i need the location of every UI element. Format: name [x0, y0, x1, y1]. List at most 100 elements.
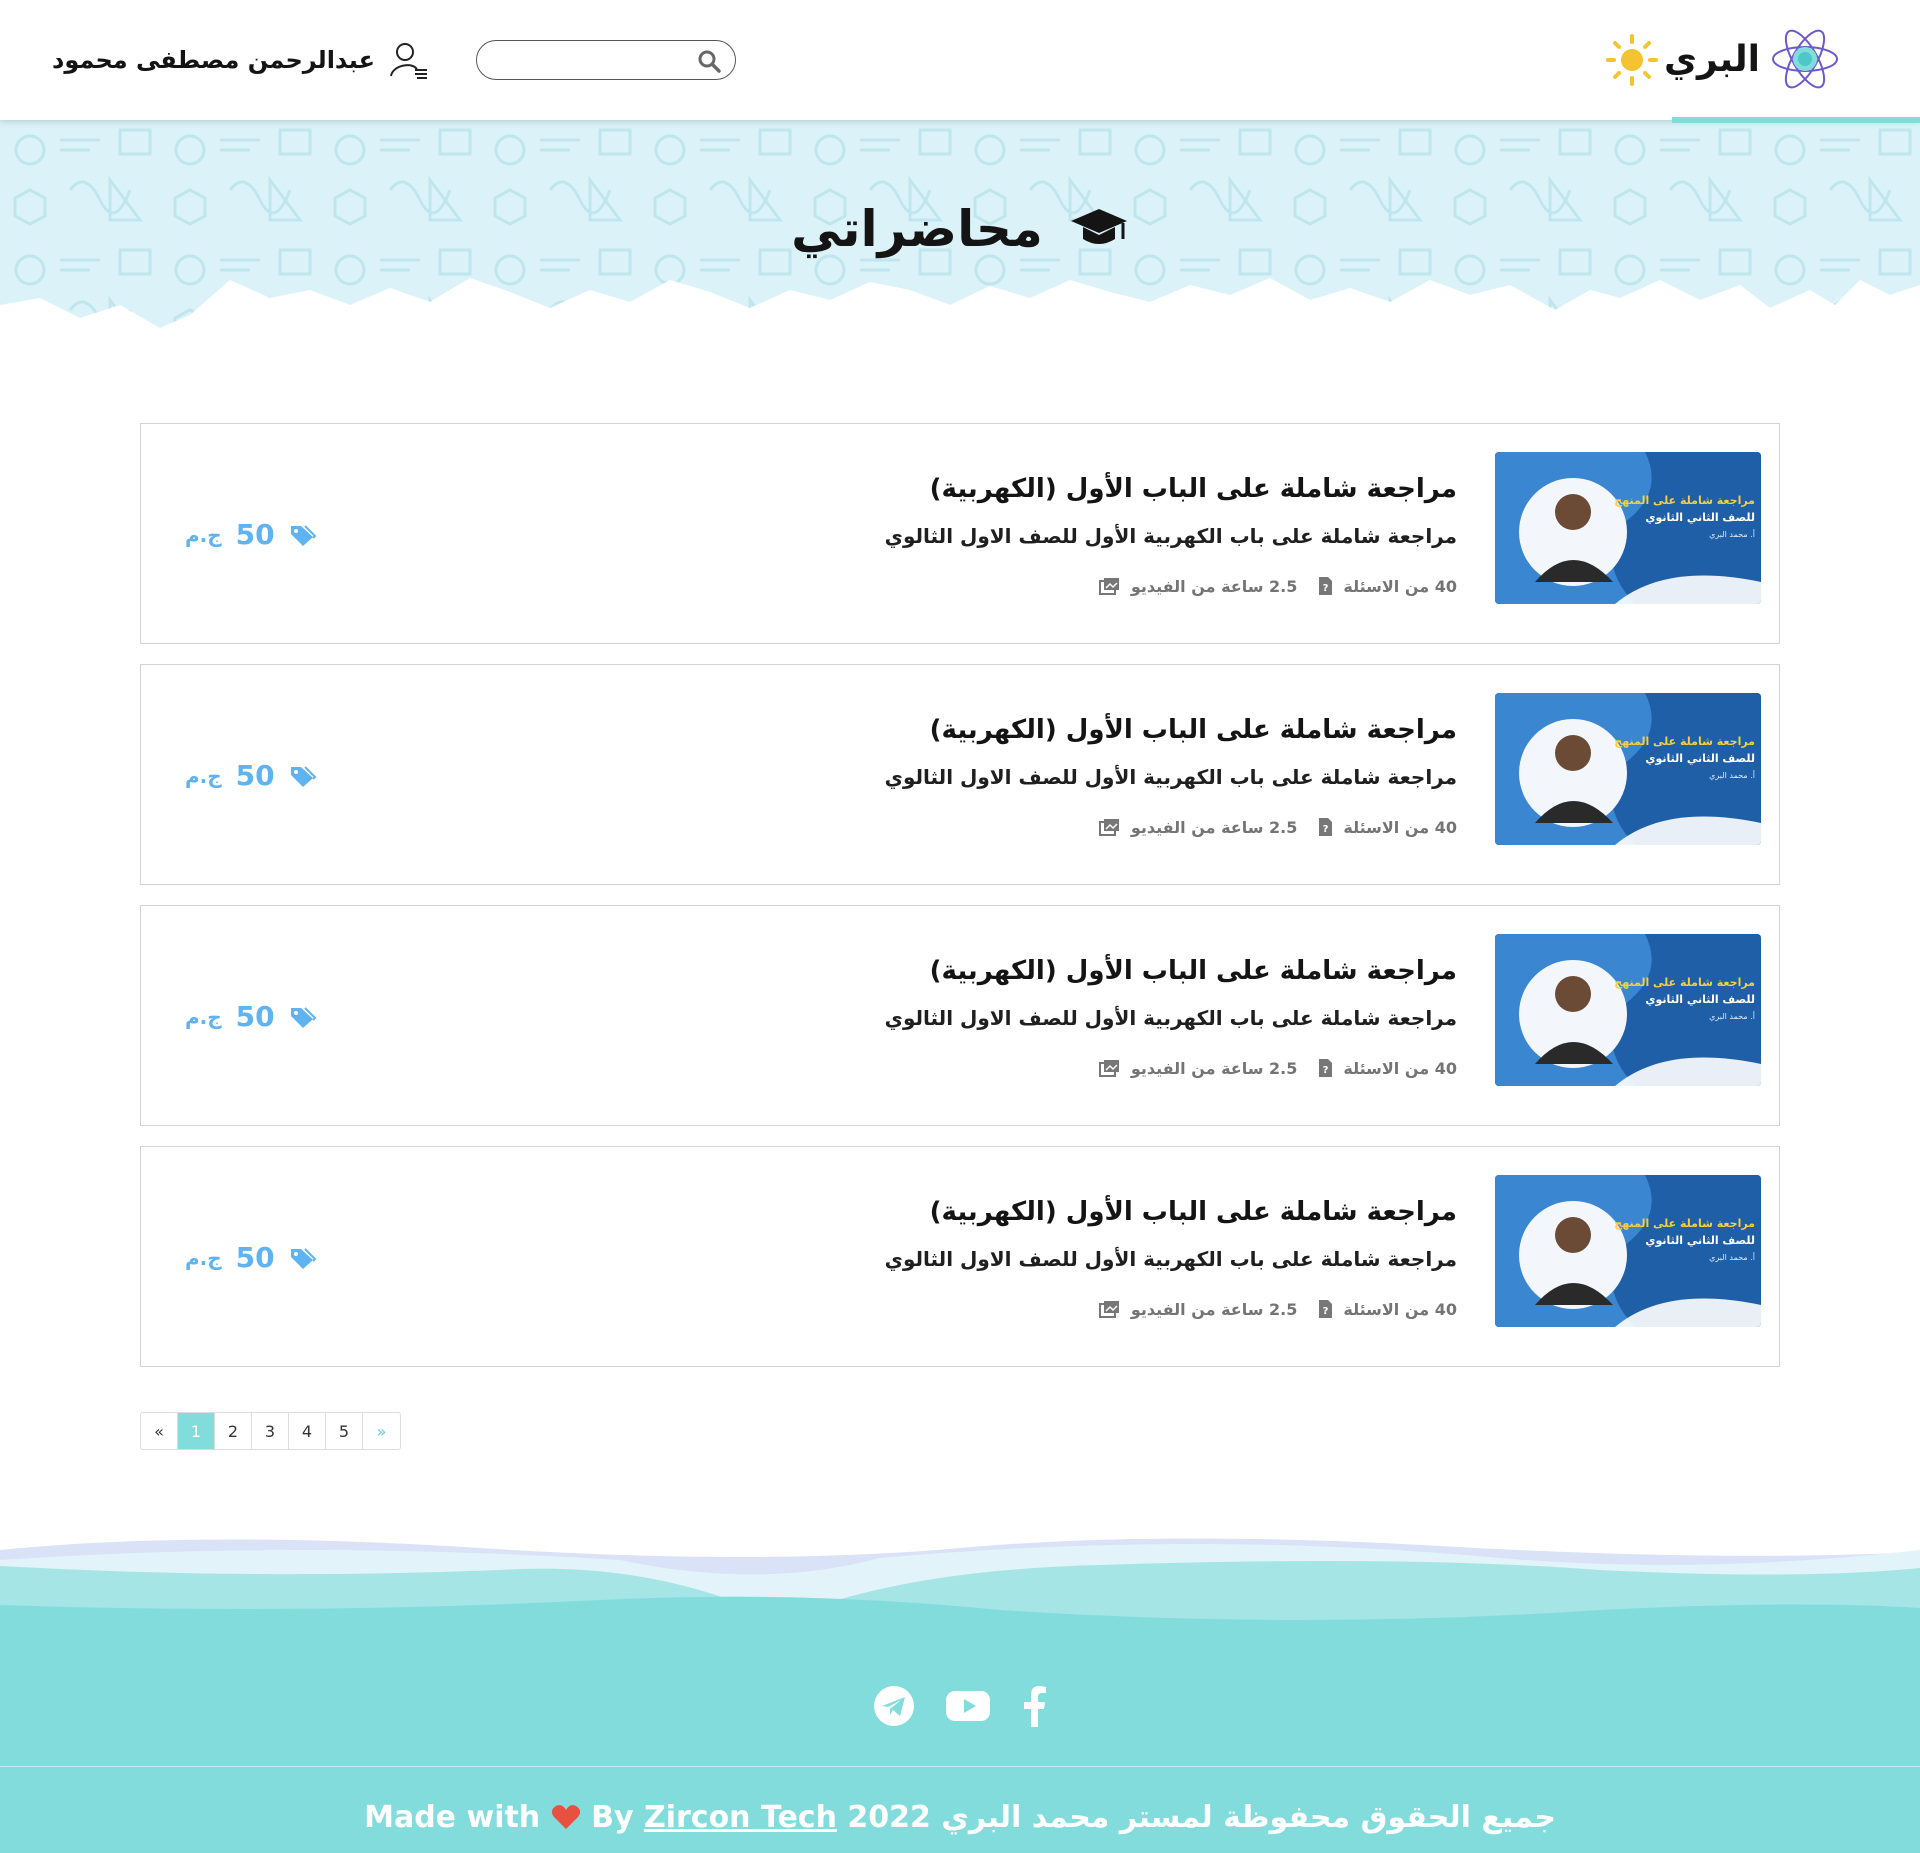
svg-text:للصف الثاني الثانوي: للصف الثاني الثانوي: [1645, 511, 1755, 524]
course-thumbnail[interactable]: مراجعة شاملة على المنهج للصف الثاني الثا…: [1495, 1175, 1761, 1327]
hero-background: [0, 120, 1920, 328]
price-amount: 50: [235, 1241, 275, 1274]
question-file-icon: ?: [1319, 577, 1333, 595]
price-tag-icon: [290, 765, 317, 787]
pagination: « 1 2 3 4 5 »: [140, 1412, 401, 1450]
svg-text:أ. محمد البري: أ. محمد البري: [1709, 770, 1755, 780]
svg-text:مراجعة شاملة على المنهج: مراجعة شاملة على المنهج: [1614, 735, 1755, 748]
questions-count: 40 من الاسئلة: [1343, 576, 1457, 596]
social-links: [0, 1685, 1920, 1727]
course-price: ج.م 50: [185, 518, 317, 551]
question-file-icon: ?: [1319, 1300, 1333, 1318]
course-title[interactable]: مراجعة شاملة على الباب الأول (الكهربية): [930, 956, 1457, 986]
price-currency: ج.م: [185, 763, 222, 788]
pagination-page-3[interactable]: 3: [252, 1413, 289, 1449]
pagination-page-1[interactable]: 1: [178, 1413, 215, 1449]
course-meta: 2.5 ساعة من الفيديو ? 40 من الاسئلة: [1098, 576, 1457, 596]
made-with-label: Made with: [364, 1800, 541, 1835]
price-tag-icon: [290, 1247, 317, 1269]
video-duration: 2.5 ساعة من الفيديو: [1130, 576, 1298, 596]
course-price: ج.م 50: [185, 1000, 317, 1033]
pagination-page-2[interactable]: 2: [215, 1413, 252, 1449]
questions-count: 40 من الاسئلة: [1343, 1058, 1457, 1078]
copyright: Made with By Zircon Tech جميع الحقوق محف…: [0, 1800, 1920, 1835]
video-icon: [1098, 819, 1119, 836]
search-input[interactable]: [491, 41, 691, 77]
price-amount: 50: [235, 518, 275, 551]
svg-text:للصف الثاني الثانوي: للصف الثاني الثانوي: [1645, 1234, 1755, 1247]
course-meta: 2.5 ساعة من الفيديو ? 40 من الاسئلة: [1098, 817, 1457, 837]
company-link[interactable]: Zircon Tech: [644, 1800, 837, 1835]
page-title-text: محاضراتي: [791, 200, 1043, 258]
pagination-page-5[interactable]: 5: [326, 1413, 363, 1449]
thumbnail-art: مراجعة شاملة على المنهج للصف الثاني الثا…: [1495, 934, 1761, 1086]
youtube-icon[interactable]: [945, 1689, 991, 1723]
course-thumbnail[interactable]: مراجعة شاملة على المنهج للصف الثاني الثا…: [1495, 693, 1761, 845]
brand-underline: [1672, 117, 1920, 123]
course-card[interactable]: مراجعة شاملة على المنهج للصف الثاني الثا…: [140, 423, 1780, 644]
video-icon: [1098, 1060, 1119, 1077]
sun-icon: [1606, 34, 1658, 86]
thumbnail-art: مراجعة شاملة على المنهج للصف الثاني الثا…: [1495, 693, 1761, 845]
svg-text:مراجعة شاملة على المنهج: مراجعة شاملة على المنهج: [1614, 1217, 1755, 1230]
telegram-icon[interactable]: [873, 1685, 915, 1727]
course-meta: 2.5 ساعة من الفيديو ? 40 من الاسئلة: [1098, 1058, 1457, 1078]
price-tag-icon: [290, 524, 317, 546]
pagination-prev-button[interactable]: «: [141, 1413, 178, 1449]
footer: Made with By Zircon Tech جميع الحقوق محف…: [0, 1530, 1920, 1853]
course-title[interactable]: مراجعة شاملة على الباب الأول (الكهربية): [930, 715, 1457, 745]
svg-text:أ. محمد البري: أ. محمد البري: [1709, 1252, 1755, 1262]
course-price: ج.م 50: [185, 1241, 317, 1274]
brand-logo[interactable]: البري: [1664, 24, 1840, 94]
course-subtitle: مراجعة شاملة على باب الكهربية الأول للصف…: [884, 524, 1457, 548]
course-meta: 2.5 ساعة من الفيديو ? 40 من الاسئلة: [1098, 1299, 1457, 1319]
svg-text:?: ?: [1323, 1065, 1329, 1076]
graduation-cap-icon: [1070, 209, 1127, 244]
price-tag-icon: [290, 1006, 317, 1028]
footer-divider: [0, 1766, 1920, 1767]
video-duration: 2.5 ساعة من الفيديو: [1130, 1058, 1298, 1078]
user-icon: [389, 43, 427, 79]
top-navbar: البري عبدالرحمن مصطفى محمود: [0, 0, 1920, 123]
questions-count: 40 من الاسئلة: [1343, 1299, 1457, 1319]
course-thumbnail[interactable]: مراجعة شاملة على المنهج للصف الثاني الثا…: [1495, 452, 1761, 604]
thumbnail-art: مراجعة شاملة على المنهج للصف الثاني الثا…: [1495, 1175, 1761, 1327]
svg-text:للصف الثاني الثانوي: للصف الثاني الثانوي: [1645, 993, 1755, 1006]
video-icon: [1098, 1301, 1119, 1318]
course-subtitle: مراجعة شاملة على باب الكهربية الأول للصف…: [884, 1006, 1457, 1030]
pagination-next-button[interactable]: »: [363, 1413, 400, 1449]
question-file-icon: ?: [1319, 1059, 1333, 1077]
course-title[interactable]: مراجعة شاملة على الباب الأول (الكهربية): [930, 1197, 1457, 1227]
price-currency: ج.م: [185, 1245, 222, 1270]
user-menu[interactable]: عبدالرحمن مصطفى محمود: [52, 40, 429, 80]
svg-text:أ. محمد البري: أ. محمد البري: [1709, 1011, 1755, 1021]
search-icon[interactable]: [697, 49, 721, 73]
course-title[interactable]: مراجعة شاملة على الباب الأول (الكهربية): [930, 474, 1457, 504]
svg-text:مراجعة شاملة على المنهج: مراجعة شاملة على المنهج: [1614, 976, 1755, 989]
atom-logo-icon: [1772, 29, 1838, 89]
theme-toggle-button[interactable]: [1606, 34, 1658, 90]
course-card[interactable]: مراجعة شاملة على المنهج للصف الثاني الثا…: [140, 664, 1780, 885]
search-box: [476, 40, 736, 80]
price-amount: 50: [235, 1000, 275, 1033]
svg-text:مراجعة شاملة على المنهج: مراجعة شاملة على المنهج: [1614, 494, 1755, 507]
by-label: By: [591, 1800, 634, 1835]
video-icon: [1098, 578, 1119, 595]
course-subtitle: مراجعة شاملة على باب الكهربية الأول للصف…: [884, 765, 1457, 789]
video-duration: 2.5 ساعة من الفيديو: [1130, 817, 1298, 837]
pagination-page-4[interactable]: 4: [289, 1413, 326, 1449]
svg-text:للصف الثاني الثانوي: للصف الثاني الثانوي: [1645, 752, 1755, 765]
brand-name: البري: [1664, 38, 1760, 80]
course-subtitle: مراجعة شاملة على باب الكهربية الأول للصف…: [884, 1247, 1457, 1271]
course-thumbnail[interactable]: مراجعة شاملة على المنهج للصف الثاني الثا…: [1495, 934, 1761, 1086]
facebook-icon[interactable]: [1021, 1685, 1047, 1727]
course-price: ج.م 50: [185, 759, 317, 792]
video-duration: 2.5 ساعة من الفيديو: [1130, 1299, 1298, 1319]
page-hero: محاضراتي: [0, 120, 1920, 410]
questions-count: 40 من الاسئلة: [1343, 817, 1457, 837]
svg-text:?: ?: [1323, 1306, 1329, 1317]
course-card[interactable]: مراجعة شاملة على المنهج للصف الثاني الثا…: [140, 1146, 1780, 1367]
user-name: عبدالرحمن مصطفى محمود: [52, 46, 375, 74]
course-card[interactable]: مراجعة شاملة على المنهج للصف الثاني الثا…: [140, 905, 1780, 1126]
svg-text:?: ?: [1323, 824, 1329, 835]
